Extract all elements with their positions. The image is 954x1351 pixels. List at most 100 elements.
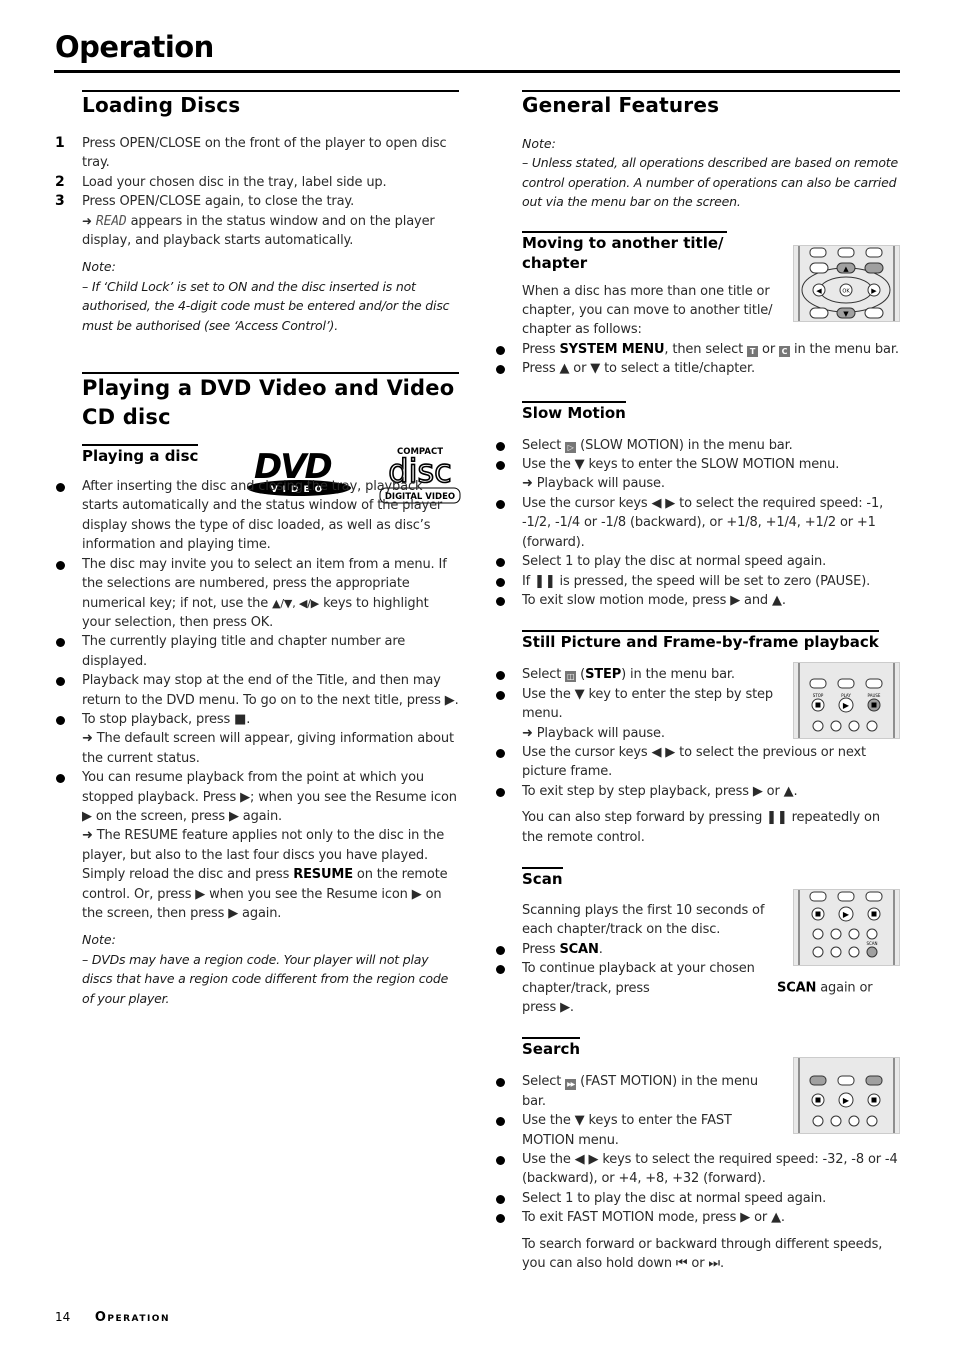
playing-bullets: After inserting the disc and closing the… [56, 477, 459, 923]
bullet-select-slow: Select ▷ (SLOW MOTION) in the menu bar. [496, 436, 900, 455]
svg-text:▲: ▲ [843, 265, 849, 273]
bullet-pause: If ❚❚ is pressed, the speed will be set … [496, 572, 900, 591]
search-section: Search ▶ Select ▶▶ (FAST MOTION) in the … [496, 1037, 900, 1273]
play-label: PLAY [841, 693, 851, 698]
still-picture-section: Still Picture and Frame-by-frame playbac… [496, 630, 900, 847]
page-number: 14 [55, 1310, 71, 1324]
page-footer: 14 Operation [55, 1310, 170, 1325]
svg-text:▶: ▶ [871, 287, 877, 295]
playing-dvd-section: Playing a DVD Video and Video CD disc Pl… [56, 372, 461, 1008]
page-title-rule [54, 70, 900, 73]
bullet-select-step: Select ◫ (STEP) in the menu bar. [496, 665, 784, 684]
bullet-text: You can resume playback from the point a… [82, 770, 457, 824]
bullet-text: Use the ▼ keys to enter the SLOW MOTION … [522, 457, 840, 473]
bullet-exit-fast: To exit FAST MOTION mode, press ▶ or ▲. [496, 1208, 900, 1227]
step-text: Press OPEN/CLOSE on the front of the pla… [82, 136, 447, 171]
loading-steps: 1 Press OPEN/CLOSE on the front of the pl… [55, 134, 459, 250]
general-features-heading: General Features [522, 90, 900, 118]
resume-keyword: RESUME [293, 867, 353, 883]
bullet-result: ➜ Playback will pause. [522, 476, 665, 492]
still-picture-heading: Still Picture and Frame-by-frame playbac… [522, 630, 879, 652]
scan-heading: Scan [522, 866, 563, 889]
search-bullets-2: Use the ◀ ▶ keys to select the required … [496, 1150, 900, 1228]
bullet-normal-speed: Select 1 to play the disc at normal spee… [496, 552, 900, 571]
bullet-text: Playback may stop at the end of the Titl… [82, 673, 459, 708]
bullet-text: If ❚❚ is pressed, the speed will be set … [522, 573, 871, 589]
bullet-continue-playback: To continue playback at your chosen chap… [496, 959, 900, 1017]
bullet-text: To exit FAST MOTION mode, press ▶ or ▲. [522, 1210, 785, 1226]
moving-bullets: Press SYSTEM MENU, then select T or C in… [496, 340, 900, 379]
bullet-text: Select [522, 1074, 566, 1090]
right-column: General Features Note: – Unless stated, … [496, 90, 900, 1273]
bullet-text: . [598, 941, 603, 957]
step-forward-tip: You can also step forward by pressing ❚❚… [522, 810, 880, 845]
bullet-result: ➜ Playback will pause. [522, 725, 665, 741]
result-text: appears in the status window and on the … [82, 213, 435, 249]
bullet-select-fast: Select ▶▶ (FAST MOTION) in the menu bar. [496, 1072, 784, 1111]
step-icon: ◫ [565, 671, 577, 683]
bullet-press-scan: Press SCAN. [496, 940, 900, 959]
fast-motion-icon: ▶▶ [565, 1079, 577, 1091]
bullet-enter-fast: Use the ▼ keys to enter the FAST MOTION … [496, 1111, 784, 1150]
bullet-text: The currently playing title and chapter … [82, 634, 406, 669]
bullet-after-inserting: After inserting the disc and closing the… [56, 477, 459, 555]
bullet-exit-slow: To exit slow motion mode, press ▶ and ▲. [496, 591, 900, 610]
remote-nav-image: ▲ ◀ OK ▶ ▼ [793, 244, 900, 322]
scan-keyword: SCAN [777, 980, 817, 996]
note-label: Note: [522, 136, 556, 151]
bullet-enter-slow: Use the ▼ keys to enter the SLOW MOTION … [496, 455, 900, 494]
bullet-text: Use the cursor keys ◀ ▶ to select the pr… [522, 744, 866, 780]
moving-intro: When a disc has more than one title or c… [522, 283, 773, 338]
bullet-fast-speed: Use the ◀ ▶ keys to select the required … [496, 1150, 900, 1189]
remote-search-image: ▶ [793, 1057, 900, 1135]
bullet-text: Use the ▼ keys to enter the FAST MOTION … [522, 1113, 732, 1148]
bullet-text: Select [522, 437, 566, 453]
scan-section: Scan ▶ SCAN Scanning plays the first 10 … [496, 866, 900, 1018]
bullet-result: ➜ The RESUME feature applies not only to… [82, 826, 459, 923]
scan-keyword: SCAN [559, 941, 599, 957]
bullet-stop-playback: To stop playback, press ■. ➜ The default… [56, 710, 459, 768]
svg-text:▶: ▶ [843, 1096, 850, 1105]
bullet-resume: You can resume playback from the point a… [56, 768, 459, 923]
search-heading: Search [522, 1037, 581, 1059]
bullet-text: To exit slow motion mode, press ▶ and ▲. [522, 592, 786, 608]
arrow-right-icon: ➜ [82, 213, 92, 228]
step-2: 2 Load your chosen disc in the tray, labe… [55, 173, 459, 192]
bullet-text: To stop playback, press ■. [82, 711, 251, 727]
bullet-title-chapter: The currently playing title and chapter … [56, 632, 459, 671]
bullet-exit-step: To exit step by step playback, press ▶ o… [496, 782, 900, 801]
step-number: 3 [55, 193, 65, 210]
bullet-text: Select 1 to play the disc at normal spee… [522, 1190, 827, 1206]
bullet-text: Press ▲ or ▼ to select a title/chapter. [522, 361, 756, 377]
step-3: 3 Press OPEN/CLOSE again, to close the tr… [55, 192, 459, 250]
bullet-text: After inserting the disc and closing the… [82, 479, 443, 553]
bullet-normal-speed: Select 1 to play the disc at normal spee… [496, 1189, 900, 1208]
note-label: Note: [82, 932, 116, 948]
step-1: 1 Press OPEN/CLOSE on the front of the pl… [55, 134, 459, 173]
title-icon: T [747, 345, 759, 357]
system-menu-keyword: SYSTEM MENU [559, 341, 665, 357]
page-title: Operation [55, 30, 214, 64]
still-picture-bullets-2: Use the cursor keys ◀ ▶ to select the pr… [496, 743, 900, 801]
bullet-text: Use the ◀ ▶ keys to select the required … [522, 1152, 898, 1187]
bullet-system-menu: Press SYSTEM MENU, then select T or C in… [496, 340, 900, 359]
step-text: Load your chosen disc in the tray, label… [82, 174, 387, 190]
remote-control-note: – Unless stated, all operations describe… [522, 155, 898, 210]
bullet-text: (SLOW MOTION) in the menu bar. [576, 437, 793, 453]
svg-text:▶: ▶ [843, 910, 850, 919]
moving-heading: Moving to another title/ chapter [522, 230, 727, 273]
note-label: Note: [82, 259, 116, 275]
bullet-text: Use the ▼ key to enter the step by step … [522, 686, 773, 722]
bullet-select-title: Press ▲ or ▼ to select a title/chapter. [496, 359, 900, 378]
bullet-text: , then select [664, 341, 748, 357]
remote-step-image: STOP PLAY PAUSE ▶ [793, 662, 900, 740]
slow-motion-bullets: Select ▷ (SLOW MOTION) in the menu bar. … [496, 436, 900, 611]
step-number: 2 [55, 173, 65, 190]
ok-button-label: OK [842, 288, 850, 294]
slow-motion-icon: ▷ [565, 441, 577, 453]
scan-bullets: Press SCAN. To continue playback at your… [496, 940, 900, 1018]
bullet-playback-stop: Playback may stop at the end of the Titl… [56, 671, 459, 710]
bullet-text: ( [576, 667, 586, 683]
bullet-enter-step: Use the ▼ key to enter the step by step … [496, 685, 784, 743]
slow-motion-section: Slow Motion Select ▷ (SLOW MOTION) in th… [496, 400, 900, 611]
